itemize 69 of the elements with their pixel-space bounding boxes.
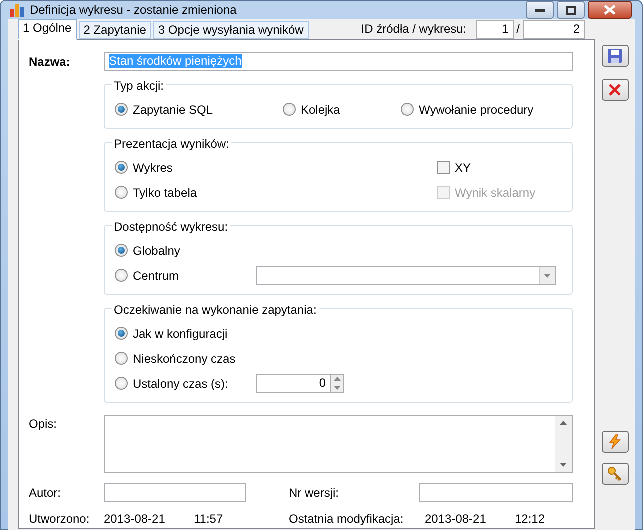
separator-text: / bbox=[516, 21, 520, 38]
name-label: Nazwa: bbox=[29, 54, 72, 70]
checkbox-label: Wynik skalarny bbox=[455, 184, 536, 202]
bar-chart-icon bbox=[10, 3, 24, 17]
group-title: Oczekiwanie na wykonanie zapytania: bbox=[112, 303, 319, 317]
id-label: ID źródła / wykresu: bbox=[361, 21, 467, 38]
tab[interactable]: 3 Opcje wysyłania wyników bbox=[153, 21, 309, 39]
chart-id-field[interactable]: 2 bbox=[523, 20, 585, 38]
group-title: Prezentacja wyników: bbox=[112, 137, 232, 151]
radio-button[interactable] bbox=[115, 161, 128, 174]
modified-label: Ostatnia modyfikacja: bbox=[289, 511, 405, 528]
lightning-icon bbox=[607, 434, 623, 450]
option-label: Kolejka bbox=[301, 102, 340, 118]
radio-button[interactable] bbox=[115, 377, 128, 390]
version-label: Nr wersji: bbox=[289, 484, 340, 502]
key-icon bbox=[607, 466, 623, 482]
created-label: Utworzono: bbox=[29, 511, 91, 528]
run-button[interactable] bbox=[602, 431, 628, 453]
modified-date: 2013-08-21 bbox=[425, 511, 488, 528]
save-button[interactable] bbox=[602, 45, 628, 67]
option-label: Zapytanie SQL bbox=[133, 102, 214, 118]
spin-field[interactable]: 0 bbox=[256, 374, 331, 393]
option-label: Wykres bbox=[133, 160, 173, 176]
option-label: Globalny bbox=[133, 242, 182, 260]
close-icon bbox=[604, 5, 616, 15]
option-label: Centrum bbox=[133, 268, 180, 284]
close-button[interactable] bbox=[588, 1, 632, 19]
radio-button[interactable] bbox=[115, 244, 128, 257]
minimize-button[interactable] bbox=[526, 1, 554, 19]
name-value: Stan środków pieniężych bbox=[109, 54, 242, 68]
option-label: Nieskończony czas bbox=[133, 350, 237, 368]
radio-button[interactable] bbox=[283, 103, 296, 116]
scroll-down-icon[interactable] bbox=[560, 463, 567, 467]
tab[interactable]: 2 Zapytanie bbox=[78, 21, 152, 39]
tab[interactable]: 1 Ogólne bbox=[18, 19, 77, 40]
description-label: Opis: bbox=[29, 416, 58, 433]
spin-buttons[interactable] bbox=[331, 374, 344, 393]
radio-button[interactable] bbox=[115, 269, 128, 282]
version-field[interactable] bbox=[419, 483, 573, 502]
cross-icon bbox=[608, 83, 622, 97]
radio-button[interactable] bbox=[401, 103, 414, 116]
minimize-icon bbox=[535, 8, 545, 12]
option-label: Tylko tabela bbox=[133, 184, 198, 202]
group-title: Typ akcji: bbox=[112, 79, 166, 93]
checkbox-label: XY bbox=[455, 160, 472, 176]
created-date: 2013-08-21 bbox=[104, 511, 166, 528]
delete-button[interactable] bbox=[602, 79, 628, 101]
scroll-up-icon[interactable] bbox=[560, 421, 567, 425]
radio-button[interactable] bbox=[115, 327, 128, 340]
option-label: Jak w konfiguracji bbox=[133, 326, 229, 342]
created-time: 11:57 bbox=[194, 511, 224, 528]
group-title: Dostępność wykresu: bbox=[112, 220, 230, 234]
author-field[interactable] bbox=[104, 483, 246, 502]
option-label: Ustalony czas (s): bbox=[133, 376, 230, 392]
radio-button[interactable] bbox=[115, 186, 128, 199]
dropdown-field[interactable] bbox=[256, 266, 556, 285]
key-button[interactable] bbox=[602, 463, 628, 485]
scrollbar[interactable] bbox=[555, 416, 572, 472]
maximize-icon bbox=[566, 6, 576, 14]
modified-time: 12:12 bbox=[515, 511, 546, 528]
maximize-button[interactable] bbox=[557, 1, 585, 19]
checkbox[interactable] bbox=[437, 161, 450, 174]
description-field[interactable] bbox=[104, 415, 573, 473]
radio-button[interactable] bbox=[115, 103, 128, 116]
option-label: Wywołanie procedury bbox=[419, 102, 534, 118]
source-id-field[interactable]: 1 bbox=[476, 20, 514, 38]
window-title: Definicja wykresu - zostanie zmieniona bbox=[30, 2, 237, 19]
radio-button[interactable] bbox=[115, 352, 128, 365]
author-label: Autor: bbox=[29, 484, 62, 502]
